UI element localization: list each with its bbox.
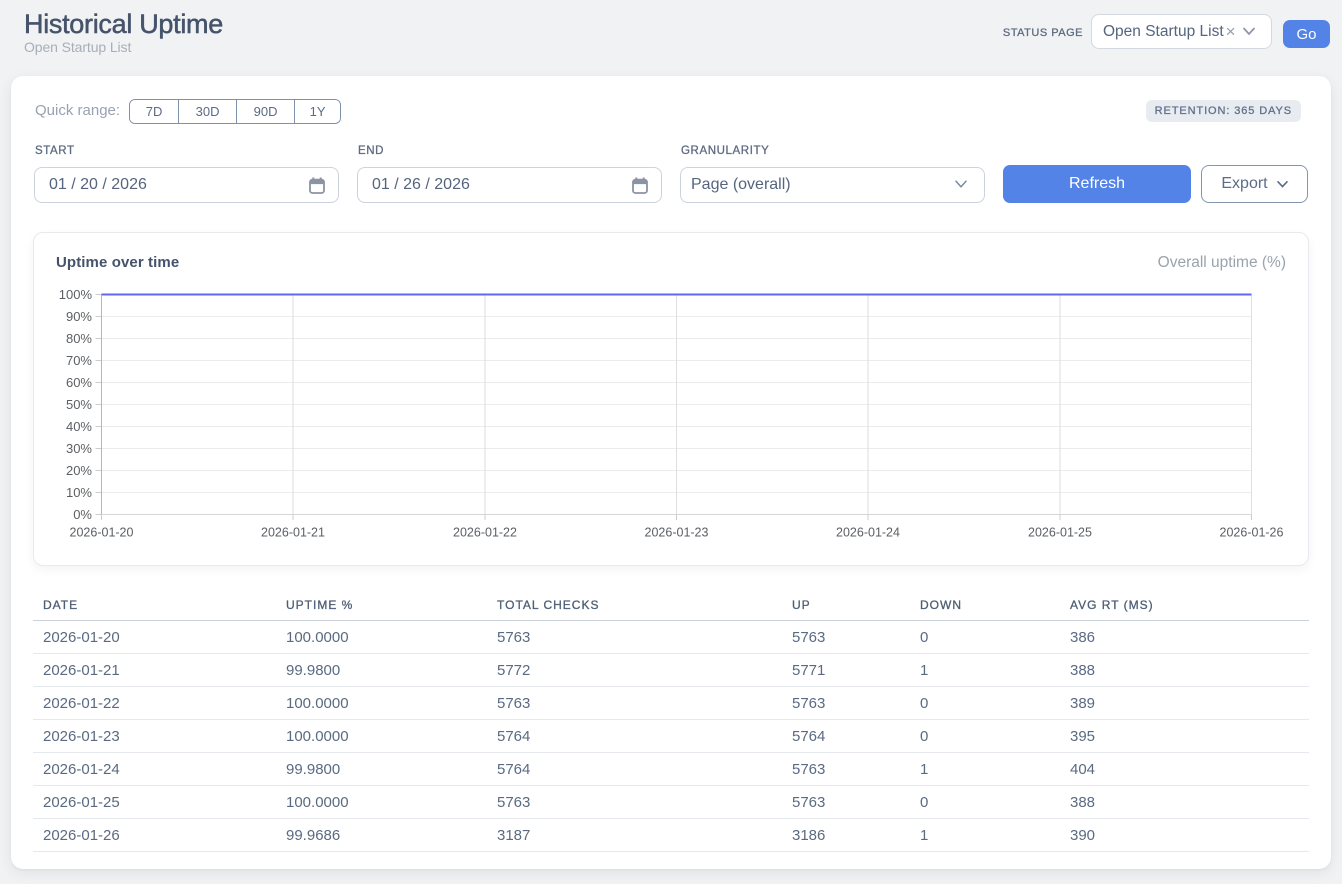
svg-text:90%: 90%: [66, 309, 92, 324]
svg-text:2026-01-23: 2026-01-23: [645, 526, 709, 540]
svg-text:0%: 0%: [73, 507, 92, 522]
svg-text:2026-01-25: 2026-01-25: [1028, 526, 1092, 540]
svg-text:2026-01-24: 2026-01-24: [836, 526, 900, 540]
svg-text:2026-01-22: 2026-01-22: [453, 526, 517, 540]
svg-text:50%: 50%: [66, 397, 92, 412]
svg-text:60%: 60%: [66, 375, 92, 390]
svg-text:40%: 40%: [66, 419, 92, 434]
svg-text:30%: 30%: [66, 441, 92, 456]
svg-text:20%: 20%: [66, 463, 92, 478]
svg-text:2026-01-20: 2026-01-20: [70, 526, 134, 540]
svg-text:100%: 100%: [59, 287, 93, 302]
svg-text:2026-01-26: 2026-01-26: [1220, 526, 1284, 540]
svg-text:70%: 70%: [66, 353, 92, 368]
svg-text:80%: 80%: [66, 331, 92, 346]
svg-text:10%: 10%: [66, 485, 92, 500]
svg-text:2026-01-21: 2026-01-21: [261, 526, 325, 540]
